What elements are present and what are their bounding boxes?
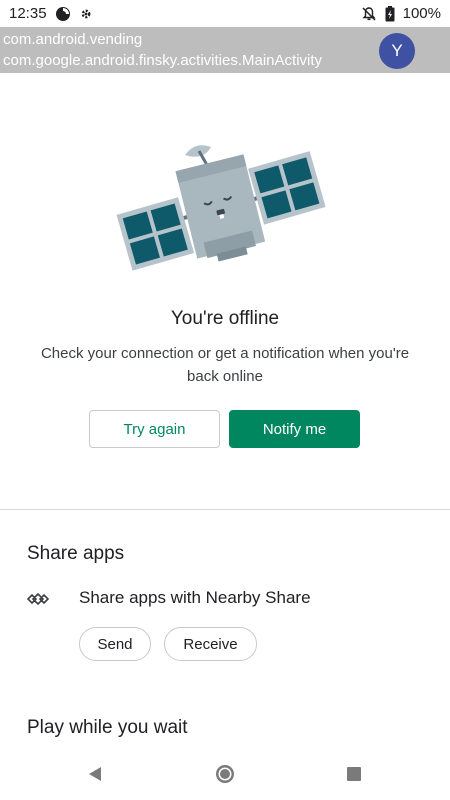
send-button[interactable]: Send	[79, 627, 151, 661]
status-left: 12:35	[9, 5, 93, 22]
nearby-share-label: Share apps with Nearby Share	[79, 588, 311, 607]
activity-debug-overlay: com.android.vending com.google.android.f…	[0, 27, 450, 73]
navigation-bar	[0, 748, 450, 800]
data-saver-icon	[55, 6, 71, 22]
play-while-you-wait-title: Play while you wait	[27, 717, 188, 738]
status-right: 100%	[361, 5, 441, 22]
battery-icon	[385, 5, 395, 22]
activity-name: com.google.android.finsky.activities.Mai…	[3, 52, 323, 69]
home-icon[interactable]	[213, 762, 237, 786]
battery-percentage: 100%	[402, 5, 441, 22]
offline-title: You're offline	[170, 308, 280, 329]
avatar-letter: Y	[391, 41, 403, 60]
notifications-off-icon	[361, 6, 377, 22]
status-time: 12:35	[9, 5, 47, 22]
back-icon[interactable]	[83, 762, 107, 786]
nearby-share-row	[27, 586, 49, 612]
try-again-button[interactable]: Try again	[89, 410, 220, 448]
offline-description: Check your connection or get a notificat…	[40, 345, 410, 385]
settings-notification-icon	[79, 7, 93, 21]
notify-me-button[interactable]: Notify me	[229, 410, 360, 448]
offline-screen: 12:35 100% com.android.vending com.googl…	[0, 0, 450, 800]
nearby-share-icon	[27, 592, 49, 606]
sleeping-satellite-illustration	[115, 133, 335, 283]
recents-icon[interactable]	[342, 762, 366, 786]
section-divider	[0, 509, 450, 510]
account-avatar[interactable]: Y	[379, 33, 415, 69]
share-apps-title: Share apps	[27, 543, 125, 564]
receive-button[interactable]: Receive	[164, 627, 257, 661]
status-bar: 12:35 100%	[0, 0, 450, 27]
package-name: com.android.vending	[3, 31, 143, 48]
